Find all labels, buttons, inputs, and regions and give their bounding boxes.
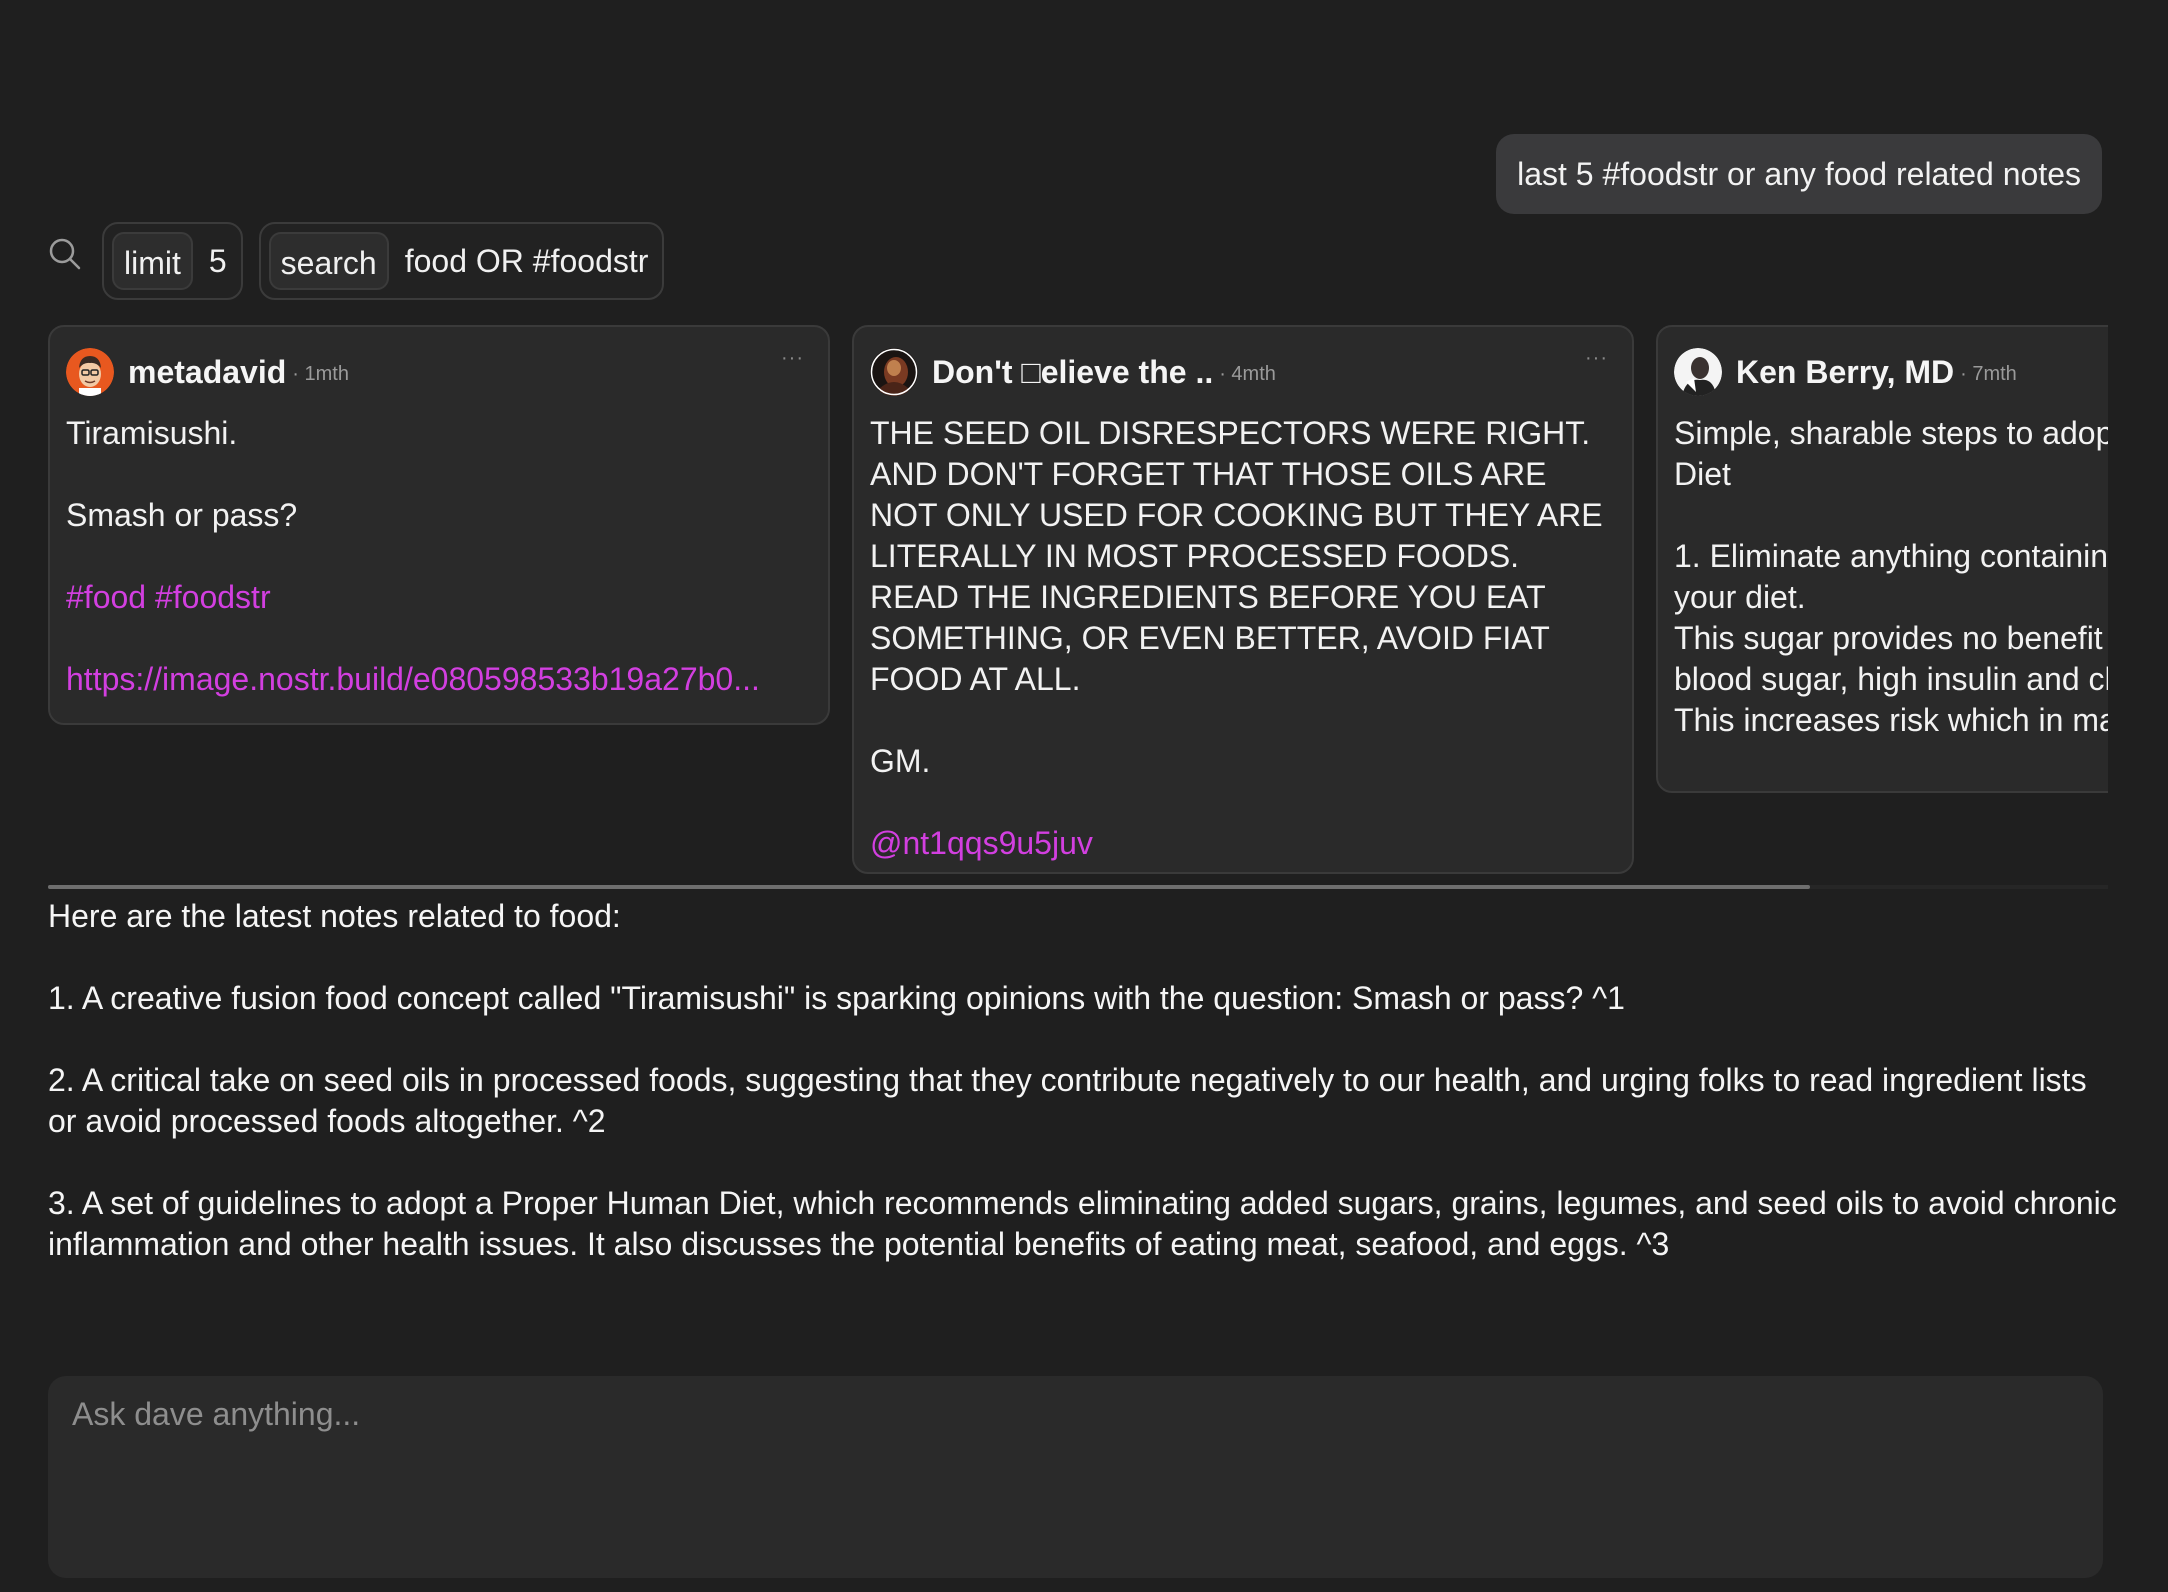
note-hashtags[interactable]: #food #foodstr [66,577,812,618]
note-body: Tiramisushi. Smash or pass? #food #foods… [66,413,812,700]
note-card-header: Don't □elieve the .. · 4mth ··· [870,345,1616,399]
note-text: 1. Eliminate anything containing added s… [1674,538,2108,738]
more-options-icon[interactable]: ··· [1585,347,1608,370]
search-params-row: limit 5 search food OR #foodstr [48,221,665,301]
answer-item: 1. A creative fusion food concept called… [48,980,1625,1016]
note-text-line: Simple, sharable steps to adopt a Proper… [1674,415,2108,492]
note-body: THE SEED OIL DISRESPECTORS WERE RIGHT. A… [870,413,1616,864]
note-text: THE SEED OIL DISRESPECTORS WERE RIGHT. A… [870,415,1603,697]
cartoon-man-avatar-icon[interactable] [66,348,114,396]
note-card-header: Ken Berry, MD · 7mth [1674,345,2108,399]
note-author[interactable]: Ken Berry, MD [1736,354,1954,391]
param-search[interactable]: search food OR #foodstr [258,222,665,300]
assistant-answer: Here are the latest notes related to foo… [48,896,2118,1265]
param-key-limit: limit [112,232,193,290]
cards-horizontal-scrollbar[interactable] [48,885,2108,889]
scrollbar-thumb[interactable] [48,885,1810,889]
note-sign-off: GM. [870,743,931,779]
note-body: Simple, sharable steps to adopt a Proper… [1674,413,2108,741]
note-cards-carousel[interactable]: metadavid · 1mth ··· Tiramisushi. Smash … [48,325,2108,875]
param-limit[interactable]: limit 5 [102,222,243,300]
note-time: · 7mth [1960,362,2017,385]
note-link[interactable]: https://image.nostr.build/e080598533b19a… [66,659,812,700]
note-card[interactable]: metadavid · 1mth ··· Tiramisushi. Smash … [48,325,830,725]
note-text-line: Smash or pass? [66,497,298,533]
answer-item: 2. A critical take on seed oils in proce… [48,1062,2087,1139]
ask-input[interactable] [72,1396,2079,1558]
param-value-search: food OR #foodstr [404,242,649,279]
search-icon [48,237,82,271]
note-card[interactable]: Don't □elieve the .. · 4mth ··· THE SEED… [852,325,1634,874]
note-card-header: metadavid · 1mth ··· [66,345,812,399]
param-value-limit: 5 [208,242,227,279]
note-mention[interactable]: @nt1qqs9u5juv [870,823,1616,864]
chat-page: last 5 #foodstr or any food related note… [0,0,2168,1592]
more-options-icon[interactable]: ··· [781,347,804,370]
note-author[interactable]: metadavid [128,354,286,391]
note-card[interactable]: Ken Berry, MD · 7mth Simple, sharable st… [1656,325,2108,793]
portrait-man-avatar-icon[interactable] [1674,348,1722,396]
answer-item: 3. A set of guidelines to adopt a Proper… [48,1185,2117,1262]
note-author[interactable]: Don't □elieve the .. [932,354,1213,391]
note-time: · 4mth [1219,362,1276,385]
param-key-search: search [268,232,389,290]
note-text-line: Tiramisushi. [66,415,238,451]
note-time: · 1mth [292,362,349,385]
answer-intro: Here are the latest notes related to foo… [48,898,621,934]
dark-photo-avatar-icon[interactable] [870,348,918,396]
chat-input-box[interactable] [48,1376,2103,1578]
user-message-bubble: last 5 #foodstr or any food related note… [1496,134,2102,214]
